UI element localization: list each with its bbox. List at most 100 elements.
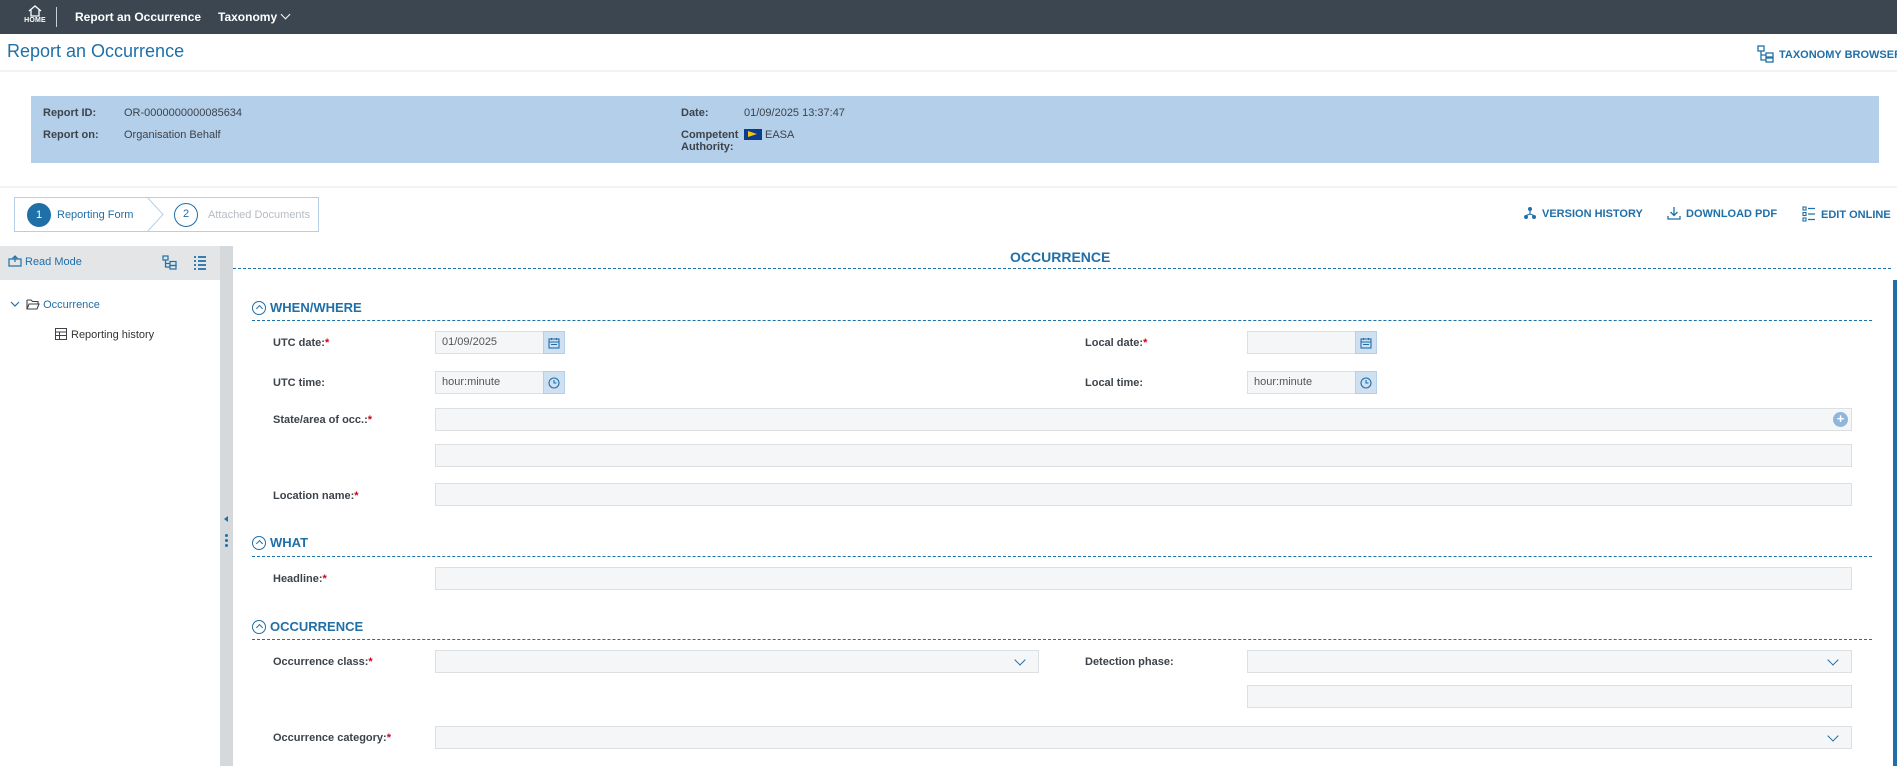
nav-report-occurrence[interactable]: Report an Occurrence [75,10,201,24]
list-view-button[interactable] [193,255,207,273]
occurrence-class-label: Occurrence class:* [273,656,373,668]
state-area-field[interactable]: + [435,408,1852,431]
occurrence-category-label: Occurrence category:* [273,732,391,744]
step-2-number[interactable]: 2 [174,203,198,227]
form-section-title: OCCURRENCE [1010,249,1111,265]
download-pdf-button[interactable]: DOWNLOAD PDF [1667,207,1777,221]
what-title: WHAT [270,535,309,550]
date-value: 01/09/2025 13:37:47 [744,107,845,119]
tree-view-icon [162,255,177,270]
report-id-value: OR-0000000000085634 [124,107,243,119]
vertical-scrollbar[interactable] [1893,280,1897,766]
occurrence-divider [252,639,1872,640]
occurrence-section-header[interactable]: OCCURRENCE [252,619,363,635]
local-time-field[interactable]: hour:minute [1247,371,1356,394]
local-time-picker-button[interactable] [1355,371,1377,394]
read-mode-label: Read Mode [25,256,82,268]
edit-online-button[interactable]: EDIT ONLINE [1802,206,1891,223]
report-on-value: Organisation Behalf [124,129,221,141]
what-divider [252,556,1872,557]
utc-date-field[interactable]: 01/09/2025 [435,331,544,354]
chevron-down-icon [280,9,291,20]
step-arrow-icon [146,197,164,232]
when-where-section-header[interactable]: WHEN/WHERE [252,300,362,316]
read-mode-icon [8,255,22,267]
when-where-divider [252,320,1872,321]
location-name-label: Location name:* [273,490,359,502]
nav-taxonomy-menu[interactable]: Taxonomy [218,9,291,24]
version-history-label: VERSION HISTORY [1542,207,1643,220]
step-1-label[interactable]: Reporting Form [57,209,133,221]
report-info-panel: Report ID: OR-0000000000085634 Report on… [31,96,1879,163]
version-history-icon [1524,207,1536,219]
collapse-toggle-icon[interactable] [252,619,266,634]
local-date-field[interactable] [1247,331,1356,354]
version-history-button[interactable]: VERSION HISTORY [1523,207,1643,221]
local-date-label: Local date:* [1085,337,1148,349]
collapse-toggle-icon[interactable] [252,535,266,550]
chevron-down-icon [1014,654,1026,666]
step-2-label[interactable]: Attached Documents [208,209,310,221]
clock-icon [548,377,560,389]
download-icon [1667,207,1681,220]
chevron-down-icon[interactable] [10,300,20,308]
download-pdf-label: DOWNLOAD PDF [1686,207,1778,220]
chevron-down-icon [1827,654,1839,666]
occurrence-class-dropdown[interactable] [435,650,1039,673]
headline-field[interactable] [435,567,1852,590]
list-view-icon [194,256,206,270]
read-mode-button[interactable]: Read Mode [8,255,82,268]
chevron-down-icon [1827,730,1839,742]
panel-splitter[interactable] [220,246,233,766]
tree-occurrence-label: Occurrence [43,299,100,311]
tree-item-reporting-history[interactable]: Reporting history [55,328,155,341]
table-icon [55,328,67,341]
utc-time-picker-button[interactable] [543,371,565,394]
calendar-icon [548,338,560,349]
date-label: Date: [681,107,709,119]
competent-authority-label-line2: Authority: [681,141,734,153]
utc-date-picker-button[interactable] [543,331,565,354]
local-time-label: Local time: [1085,377,1144,389]
headline-label: Headline:* [273,573,327,585]
calendar-icon [1360,338,1372,349]
collapse-toggle-icon[interactable] [252,300,266,315]
utc-date-label: UTC date:* [273,337,330,349]
collapse-arrow-icon[interactable] [224,516,228,522]
what-section-header[interactable]: WHAT [252,535,308,551]
home-button[interactable]: HOME [20,5,50,29]
competent-authority-label: Competent Authority: [681,129,738,153]
taxonomy-tree-icon [1757,45,1774,63]
step-1-number[interactable]: 1 [27,203,51,227]
home-label: HOME [24,17,46,24]
state-area-label: State/area of occ.:* [273,414,373,426]
home-icon [28,5,42,17]
top-bar: HOME Report an Occurrence Taxonomy [0,0,1897,34]
drag-handle-icon[interactable] [225,534,228,549]
competent-authority-label-line1: Competent [681,129,739,141]
nav-taxonomy-label: Taxonomy [218,10,278,24]
local-date-picker-button[interactable] [1355,331,1377,354]
occurrence-category-dropdown[interactable] [435,726,1852,749]
taxonomy-browser-button[interactable]: TAXONOMY BROWSER [1757,45,1897,64]
report-id-label: Report ID: [43,107,97,119]
detection-phase-secondary-field[interactable] [1247,685,1852,708]
top-divider [56,7,57,27]
detection-phase-dropdown[interactable] [1247,650,1852,673]
tree-item-occurrence[interactable]: Occurrence [10,299,100,311]
tree-reporting-history-label: Reporting history [71,329,155,341]
step-indicator: 1 Reporting Form 2 Attached Documents [14,197,319,232]
tree-view-button[interactable] [162,255,177,273]
taxonomy-browser-label: TAXONOMY BROWSER [1779,48,1897,61]
occurrence-subsection-title: OCCURRENCE [270,619,364,634]
state-area-secondary-field[interactable] [435,444,1852,467]
authority-name: EASA [765,129,795,141]
utc-time-field[interactable]: hour:minute [435,371,544,394]
left-navigation-panel: Read Mode Occurrence Reporting history [0,246,220,766]
location-name-field[interactable] [435,483,1852,506]
report-on-label: Report on: [43,129,99,141]
clock-icon [1360,377,1372,389]
edit-online-label: EDIT ONLINE [1821,208,1891,221]
add-plus-icon[interactable]: + [1833,412,1848,427]
folder-open-icon [26,299,40,310]
